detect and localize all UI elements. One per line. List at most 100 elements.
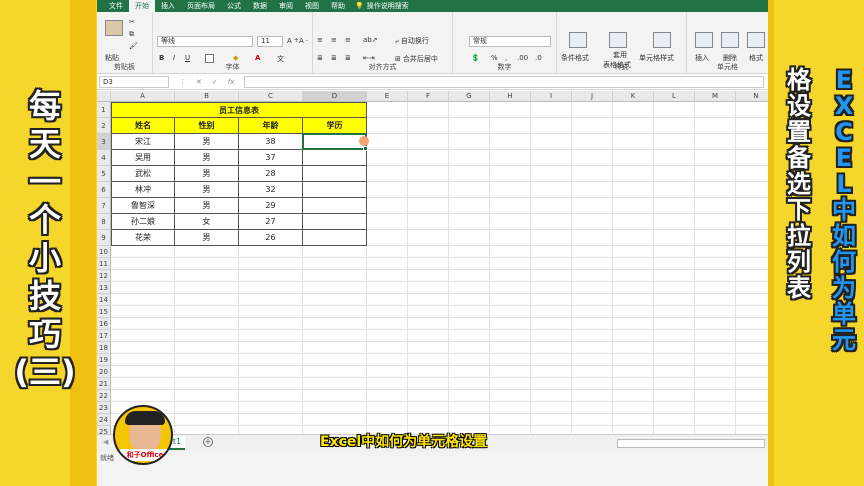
ribbon-tab-4[interactable]: 公式 [221, 0, 247, 12]
row-header-17[interactable]: 17 [97, 330, 111, 342]
font-color-icon[interactable]: A [255, 54, 260, 62]
align-top-icon[interactable]: ≡ [317, 36, 323, 44]
table-cell[interactable]: 37 [239, 150, 303, 166]
table-header-cell[interactable]: 性别 [175, 118, 239, 134]
table-cell[interactable]: 男 [175, 150, 239, 166]
row-header-14[interactable]: 14 [97, 294, 111, 306]
row-header-3[interactable]: 3 [97, 134, 111, 150]
column-header-G[interactable]: G [449, 91, 490, 102]
column-header-N[interactable]: N [736, 91, 768, 102]
table-cell[interactable]: 32 [239, 182, 303, 198]
comma-icon[interactable]: , [505, 54, 507, 62]
paste-icon[interactable] [105, 20, 123, 36]
cut-icon[interactable]: ✂ [129, 18, 135, 26]
table-cell[interactable]: 女 [175, 214, 239, 230]
align-middle-icon[interactable]: ≡ [331, 36, 337, 44]
table-cell[interactable] [303, 150, 367, 166]
table-header-cell[interactable]: 学历 [303, 118, 367, 134]
table-cell[interactable]: 武松 [111, 166, 175, 182]
row-header-9[interactable]: 9 [97, 230, 111, 246]
number-format-select[interactable]: 常规 [469, 36, 551, 47]
table-cell[interactable]: 花荣 [111, 230, 175, 246]
table-cell[interactable]: 38 [239, 134, 303, 150]
conditional-format-icon[interactable] [569, 32, 587, 48]
row-header-12[interactable]: 12 [97, 270, 111, 282]
font-name-select[interactable]: 等线 [157, 36, 253, 47]
table-cell[interactable] [303, 182, 367, 198]
percent-icon[interactable]: % [491, 54, 498, 62]
row-header-6[interactable]: 6 [97, 182, 111, 198]
sheet-prev-icon[interactable]: ◀ [103, 438, 108, 446]
table-cell[interactable]: 男 [175, 182, 239, 198]
table-cell[interactable]: 27 [239, 214, 303, 230]
format-painter-icon[interactable]: 🖌 [129, 42, 138, 50]
table-header-cell[interactable]: 年龄 [239, 118, 303, 134]
ribbon-tab-2[interactable]: 插入 [155, 0, 181, 12]
table-cell[interactable] [303, 214, 367, 230]
table-cell[interactable]: 林冲 [111, 182, 175, 198]
row-header-8[interactable]: 8 [97, 214, 111, 230]
table-cell[interactable]: 男 [175, 134, 239, 150]
row-header-20[interactable]: 20 [97, 366, 111, 378]
cancel-icon[interactable]: ✕ [196, 78, 202, 86]
table-cell[interactable]: 宋江 [111, 134, 175, 150]
column-header-K[interactable]: K [613, 91, 654, 102]
row-header-5[interactable]: 5 [97, 166, 111, 182]
column-header-A[interactable]: A [111, 91, 175, 102]
column-header-I[interactable]: I [531, 91, 572, 102]
ribbon-tab-8[interactable]: 帮助 [325, 0, 351, 12]
fx-icon[interactable]: fx [228, 78, 235, 86]
ribbon-tab-6[interactable]: 审阅 [273, 0, 299, 12]
table-cell[interactable] [303, 230, 367, 246]
row-header-21[interactable]: 21 [97, 378, 111, 390]
font-grow-icon[interactable]: A + [287, 37, 299, 45]
column-header-C[interactable]: C [239, 91, 303, 102]
table-cell[interactable]: 男 [175, 230, 239, 246]
ribbon-tab-3[interactable]: 页面布局 [181, 0, 221, 12]
table-cell[interactable]: 孙二娘 [111, 214, 175, 230]
column-header-H[interactable]: H [490, 91, 531, 102]
column-header-J[interactable]: J [572, 91, 613, 102]
table-cell[interactable]: 29 [239, 198, 303, 214]
font-shrink-icon[interactable]: A- [299, 37, 308, 45]
bold-button[interactable]: B [159, 54, 164, 62]
row-header-18[interactable]: 18 [97, 342, 111, 354]
cell-styles-icon[interactable] [653, 32, 671, 48]
row-header-16[interactable]: 16 [97, 318, 111, 330]
table-cell[interactable]: 26 [239, 230, 303, 246]
align-right-icon[interactable]: ≣ [345, 54, 351, 62]
row-header-7[interactable]: 7 [97, 198, 111, 214]
table-cell[interactable]: 鲁智深 [111, 198, 175, 214]
italic-button[interactable]: I [173, 54, 175, 62]
table-cell[interactable] [303, 166, 367, 182]
table-cell[interactable]: 28 [239, 166, 303, 182]
fill-handle[interactable] [363, 146, 368, 151]
formula-input[interactable] [244, 75, 764, 88]
column-header-D[interactable]: D [303, 91, 367, 102]
format-as-table-icon[interactable] [609, 32, 627, 48]
column-header-M[interactable]: M [695, 91, 736, 102]
enter-icon[interactable]: ✓ [212, 78, 218, 86]
row-header-24[interactable]: 24 [97, 414, 111, 426]
ribbon-tab-1[interactable]: 开始 [129, 0, 155, 12]
add-sheet-icon[interactable]: + [203, 437, 213, 447]
row-header-1[interactable]: 1 [97, 102, 111, 118]
wrap-text-button[interactable]: ⤶ 自动换行 [395, 36, 429, 46]
column-header-F[interactable]: F [408, 91, 449, 102]
select-all-corner[interactable] [97, 91, 111, 102]
row-header-22[interactable]: 22 [97, 390, 111, 402]
format-cells-icon[interactable] [747, 32, 765, 48]
currency-icon[interactable]: 💲 [471, 54, 480, 62]
underline-button[interactable]: U [185, 54, 190, 62]
column-header-B[interactable]: B [175, 91, 239, 102]
align-left-icon[interactable]: ≣ [317, 54, 323, 62]
ribbon-tab-7[interactable]: 视图 [299, 0, 325, 12]
decrease-decimal-icon[interactable]: .0 [535, 54, 542, 62]
selected-cell-d3[interactable] [302, 133, 367, 150]
table-header-cell[interactable]: 姓名 [111, 118, 175, 134]
row-header-11[interactable]: 11 [97, 258, 111, 270]
column-header-E[interactable]: E [367, 91, 408, 102]
fill-color-icon[interactable]: ◆ [233, 54, 238, 62]
orientation-icon[interactable]: ab↗ [363, 36, 378, 44]
table-cell[interactable]: 男 [175, 198, 239, 214]
